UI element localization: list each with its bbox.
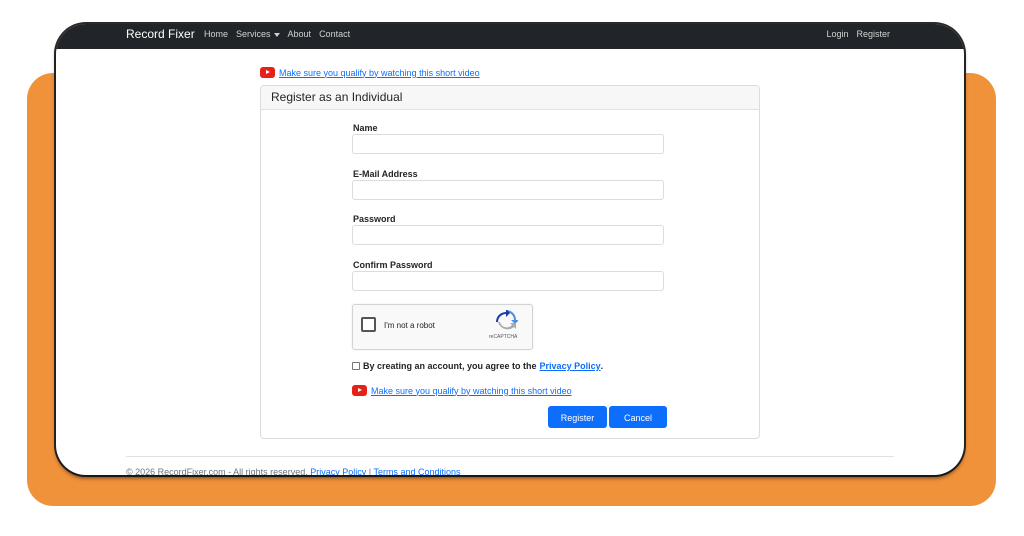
recaptcha-widget: I'm not a robot reCAPTCHA xyxy=(352,304,533,350)
video-link-bottom[interactable]: Make sure you qualify by watching this s… xyxy=(352,385,572,396)
footer-copyright: © 2026 RecordFixer.com - All rights rese… xyxy=(126,467,308,475)
nav-links: Home Services About Contact xyxy=(204,29,350,39)
privacy-agree-suffix: . xyxy=(600,361,604,371)
recaptcha-checkbox[interactable] xyxy=(361,317,376,332)
footer-divider xyxy=(126,456,894,457)
browser-frame: Record Fixer Home Services About Contact… xyxy=(56,24,964,475)
password-input[interactable] xyxy=(352,225,664,245)
privacy-agree-checkbox[interactable] xyxy=(352,362,360,370)
youtube-icon xyxy=(352,385,367,396)
footer: © 2026 RecordFixer.com - All rights rese… xyxy=(126,467,460,475)
nav-services-label: Services xyxy=(236,29,271,39)
footer-privacy-link[interactable]: Privacy Policy xyxy=(310,467,366,475)
video-link-top[interactable]: Make sure you qualify by watching this s… xyxy=(260,67,480,78)
footer-terms-link[interactable]: Terms and Conditions xyxy=(373,467,460,475)
nav-right: Login Register xyxy=(826,29,890,39)
name-input[interactable] xyxy=(352,134,664,154)
cancel-button[interactable]: Cancel xyxy=(609,406,667,428)
confirm-password-label: Confirm Password xyxy=(353,260,433,270)
card-title: Register as an Individual xyxy=(261,86,759,110)
nav-contact[interactable]: Contact xyxy=(319,29,350,39)
video-link-top-text: Make sure you qualify by watching this s… xyxy=(279,67,480,78)
recaptcha-brand: reCAPTCHA xyxy=(489,334,518,340)
register-card: Register as an Individual Name E-Mail Ad… xyxy=(260,85,760,439)
brand-logo[interactable]: Record Fixer xyxy=(126,27,195,41)
footer-separator: | xyxy=(368,467,372,475)
confirm-password-input[interactable] xyxy=(352,271,664,291)
navbar: Record Fixer Home Services About Contact… xyxy=(56,24,964,49)
nav-about[interactable]: About xyxy=(288,29,312,39)
privacy-policy-link[interactable]: Privacy Policy xyxy=(540,361,601,371)
nav-login[interactable]: Login xyxy=(826,29,848,39)
register-button[interactable]: Register xyxy=(548,406,607,428)
youtube-icon xyxy=(260,67,275,78)
privacy-agree-text: By creating an account, you agree to the xyxy=(363,361,537,371)
privacy-agree-row: By creating an account, you agree to the… xyxy=(352,361,603,371)
video-link-bottom-text: Make sure you qualify by watching this s… xyxy=(371,385,572,396)
email-label: E-Mail Address xyxy=(353,169,418,179)
recaptcha-icon xyxy=(496,310,518,330)
caret-down-icon xyxy=(273,32,280,37)
nav-services[interactable]: Services xyxy=(236,29,280,39)
recaptcha-label: I'm not a robot xyxy=(384,321,435,330)
email-input[interactable] xyxy=(352,180,664,200)
name-label: Name xyxy=(353,123,378,133)
nav-home[interactable]: Home xyxy=(204,29,228,39)
password-label: Password xyxy=(353,214,396,224)
nav-register[interactable]: Register xyxy=(856,29,890,39)
